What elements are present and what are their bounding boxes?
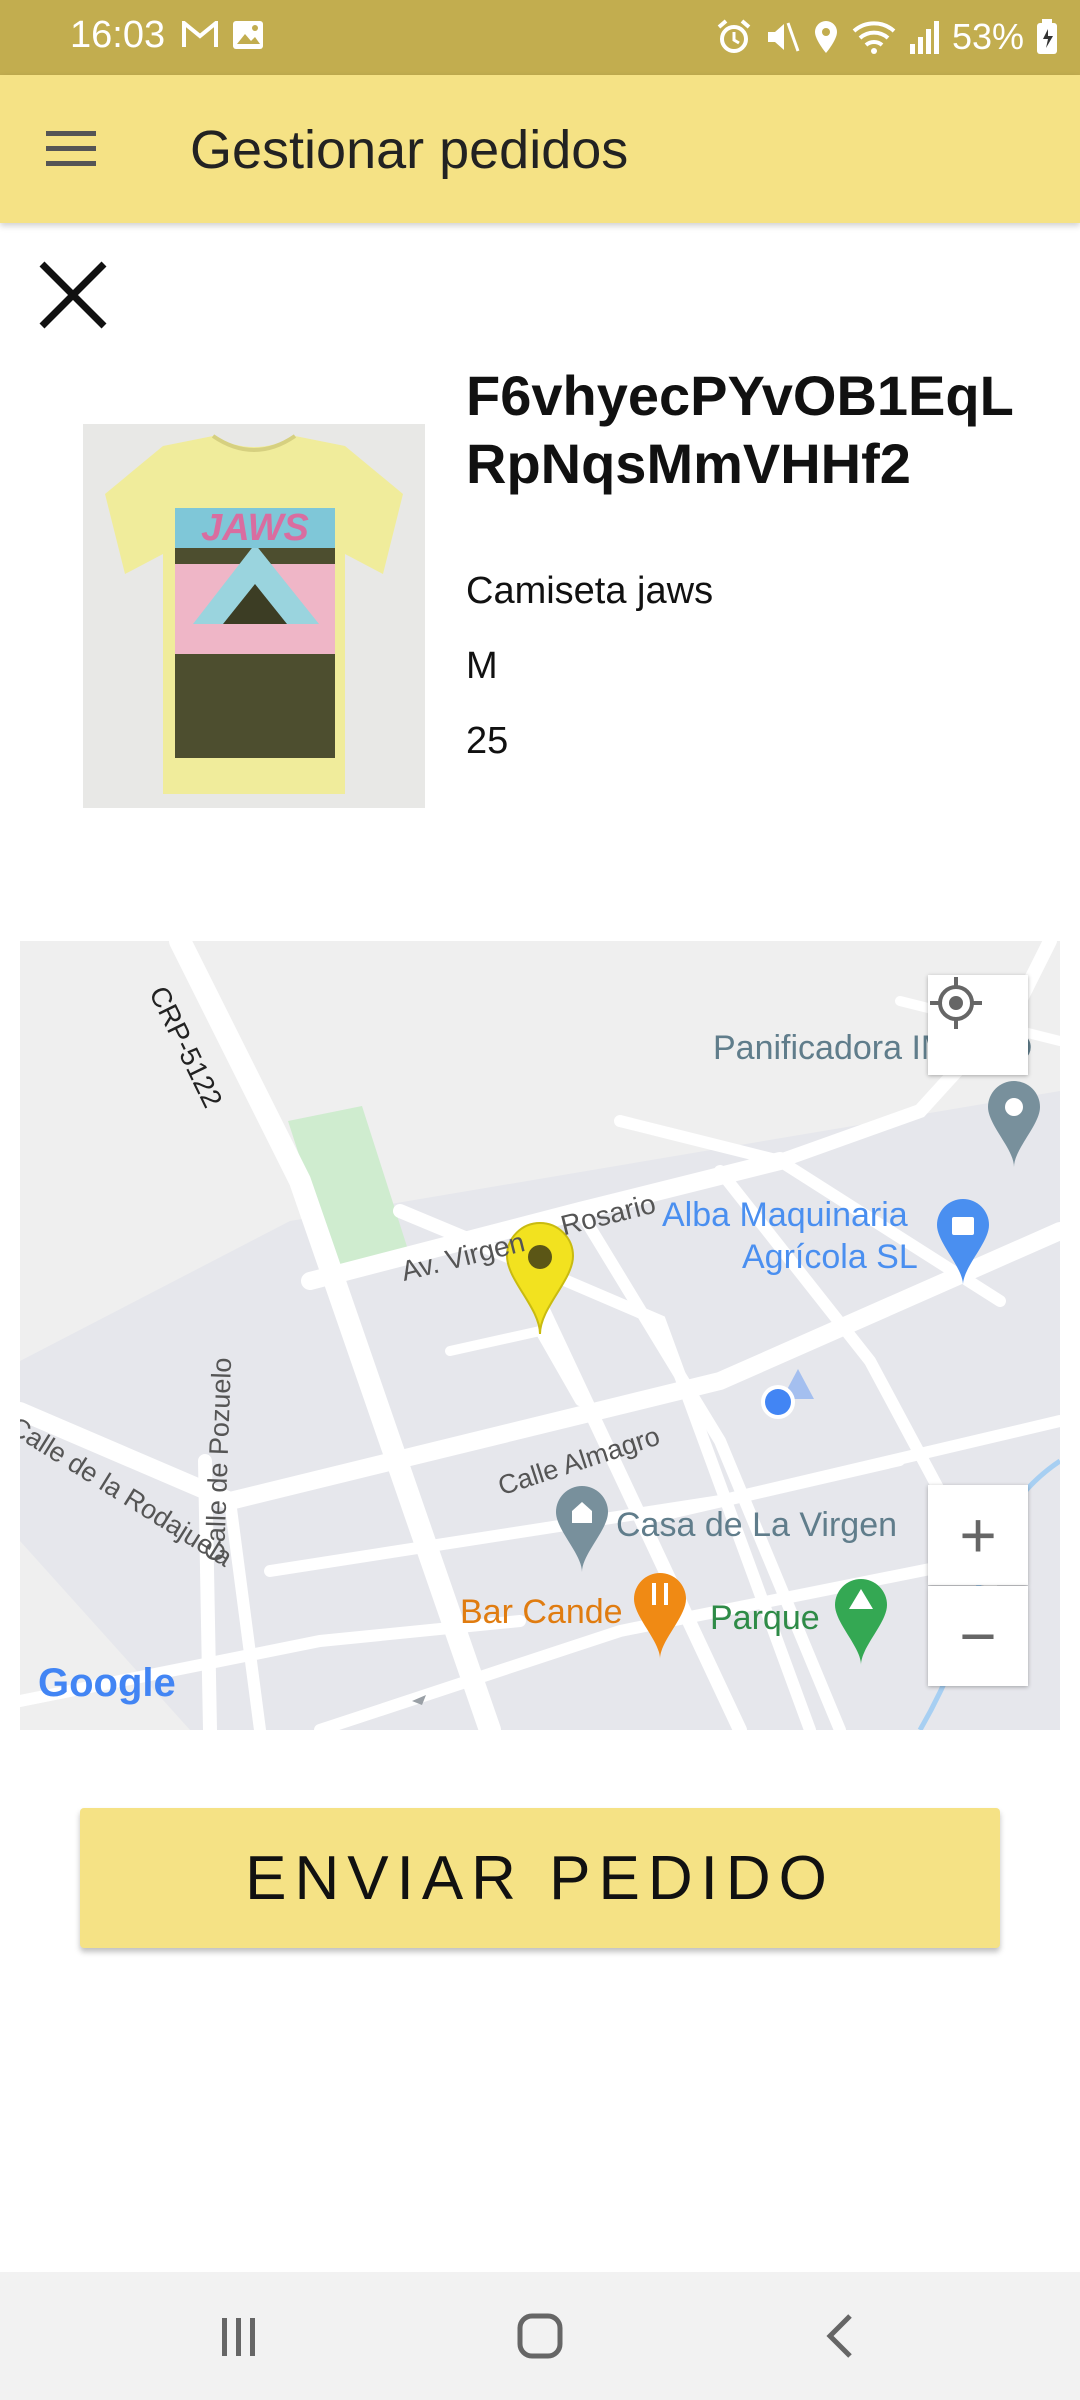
product-image-text: JAWS <box>201 507 309 549</box>
gmail-icon <box>182 21 218 47</box>
zoom-in-button[interactable]: + <box>928 1485 1028 1585</box>
map-label-casa-virgen: Casa de La Virgen <box>616 1506 898 1544</box>
home-icon[interactable] <box>510 2308 570 2364</box>
map-label-parque: Parque <box>710 1599 820 1637</box>
map-label-alba-2: Agrícola SL <box>742 1238 918 1276</box>
send-order-button[interactable]: ENVIAR PEDIDO <box>80 1808 1000 1948</box>
map-label-bar-cande: Bar Cande <box>460 1593 623 1631</box>
gallery-icon <box>233 21 263 49</box>
signal-icon <box>909 21 939 54</box>
alarm-icon <box>717 19 751 53</box>
map-view[interactable]: CRP-5122 Av. Virgen Rosario Panificadora… <box>20 941 1060 1730</box>
system-nav-bar <box>0 2272 1080 2400</box>
product-size: M <box>466 645 498 687</box>
status-time: 16:03 <box>70 14 166 56</box>
product-name: Camiseta jaws <box>466 570 714 612</box>
map-label-alba-1: Alba Maquinaria <box>662 1196 908 1234</box>
recent-apps-icon[interactable] <box>208 2308 268 2364</box>
app-bar: Gestionar pedidos <box>0 75 1080 223</box>
hamburger-icon[interactable] <box>44 127 100 171</box>
back-icon[interactable] <box>812 2308 872 2364</box>
mute-icon <box>767 22 800 52</box>
battery-percent: 53% <box>951 16 1024 57</box>
close-icon[interactable] <box>36 258 110 332</box>
product-image: JAWS <box>83 424 425 808</box>
my-location-icon <box>930 977 982 1029</box>
product-quantity: 25 <box>466 720 509 762</box>
my-location-button[interactable] <box>928 975 1028 1075</box>
google-logo: Google <box>38 1661 176 1705</box>
zoom-out-button[interactable]: − <box>928 1586 1028 1686</box>
location-icon <box>814 21 837 53</box>
order-id: F6vhyecPYvOB1EqLRpNqsMmVHHf2 <box>466 364 1014 495</box>
status-bar: 16:03 53% <box>0 0 1080 75</box>
page-title: Gestionar pedidos <box>190 120 629 180</box>
battery-icon <box>1037 19 1057 54</box>
wifi-icon <box>852 21 896 54</box>
